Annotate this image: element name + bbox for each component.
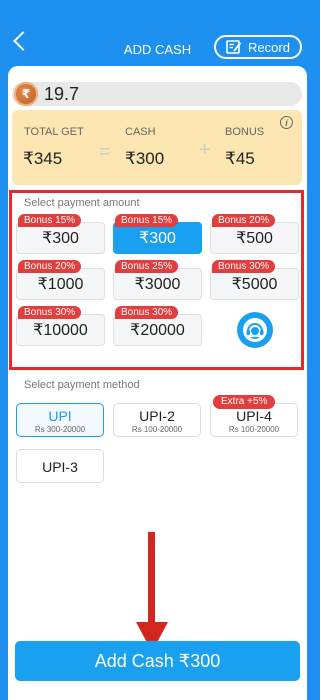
- balance-value: 19.7: [44, 84, 80, 104]
- method-name: UPI-4: [236, 408, 272, 424]
- bonus-badge: Bonus 30%: [18, 306, 82, 319]
- record-button[interactable]: Record: [214, 35, 302, 59]
- method-upi-2[interactable]: UPI-2 Rs 100-20000: [113, 403, 201, 437]
- cash-value: ₹300: [125, 149, 165, 168]
- amount-value: ₹300: [139, 230, 176, 247]
- summary-card: [12, 110, 302, 185]
- edit-note-icon: [226, 40, 242, 54]
- bonus-badge: Bonus 15%: [18, 214, 82, 227]
- cash-label: CASH: [125, 126, 156, 138]
- info-icon[interactable]: i: [280, 116, 293, 129]
- method-name: UPI-3: [42, 459, 78, 475]
- bonus-badge: Bonus 30%: [212, 260, 276, 273]
- amount-value: ₹1000: [37, 276, 84, 293]
- headset-support-icon: [243, 318, 267, 342]
- amount-value: ₹5000: [231, 276, 278, 293]
- bonus-badge: Bonus 15%: [115, 214, 179, 227]
- amount-value: ₹10000: [33, 322, 88, 339]
- equals-sign: =: [99, 141, 111, 163]
- payment-method-label: Select payment method: [24, 379, 140, 391]
- method-upi[interactable]: UPI Rs 300-20000: [16, 403, 104, 437]
- amount-value: ₹20000: [130, 322, 185, 339]
- payment-amount-label: Select payment amount: [24, 197, 140, 209]
- bonus-badge: Bonus 25%: [115, 260, 179, 273]
- bonus-label: BONUS: [225, 126, 265, 138]
- method-name: UPI: [48, 408, 72, 424]
- amount-value: ₹300: [42, 230, 79, 247]
- method-range: Rs 100-20000: [131, 425, 183, 434]
- amount-value: ₹3000: [134, 276, 181, 293]
- rupee-coin-icon: ₹: [14, 82, 38, 106]
- extra-bonus-badge: Extra +5%: [213, 395, 276, 409]
- method-range: Rs 300-20000: [34, 425, 86, 434]
- bonus-value: ₹45: [225, 149, 255, 168]
- add-cash-button[interactable]: Add Cash ₹300: [15, 641, 300, 681]
- total-get-label: TOTAL GET: [24, 126, 84, 138]
- pointer-arrow-shaft: [148, 532, 155, 626]
- bonus-badge: Bonus 20%: [212, 214, 276, 227]
- amount-value: ₹500: [236, 230, 273, 247]
- bonus-badge: Bonus 30%: [115, 306, 179, 319]
- add-cash-label: Add Cash ₹300: [94, 650, 221, 671]
- total-get-value: ₹345: [23, 149, 63, 168]
- method-upi-3[interactable]: UPI-3: [16, 449, 104, 483]
- method-range: Rs 100-20000: [228, 425, 280, 434]
- bonus-badge: Bonus 20%: [18, 260, 82, 273]
- plus-sign: +: [199, 139, 211, 161]
- method-name: UPI-2: [139, 408, 175, 424]
- record-label: Record: [248, 39, 290, 55]
- customer-support-button[interactable]: [237, 312, 273, 348]
